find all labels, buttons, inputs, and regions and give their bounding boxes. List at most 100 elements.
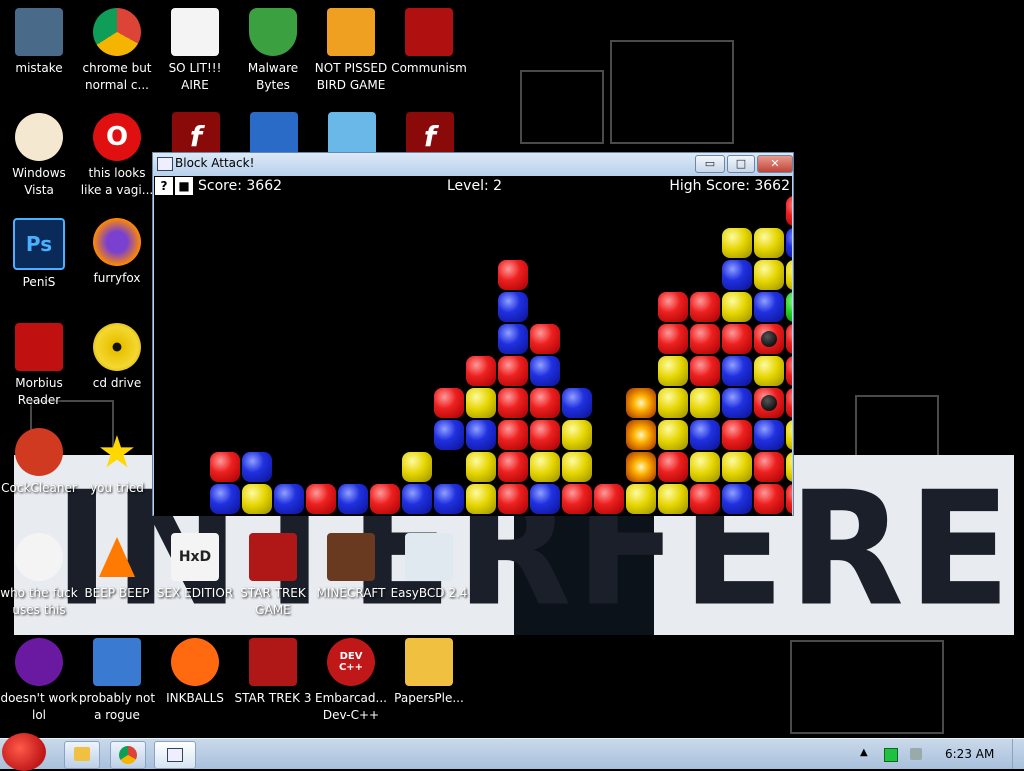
block[interactable]: [658, 356, 688, 386]
block[interactable]: [658, 324, 688, 354]
volume-icon[interactable]: [910, 748, 922, 760]
desktop-icon-4[interactable]: NOT PISSED BIRD GAME: [312, 8, 390, 94]
window-titlebar[interactable]: Block Attack! ▭ □ ✕: [153, 153, 793, 175]
block[interactable]: [530, 452, 560, 482]
block[interactable]: [498, 452, 528, 482]
clock[interactable]: 6:23 AM: [945, 747, 994, 761]
block[interactable]: [498, 356, 528, 386]
block[interactable]: [754, 388, 784, 418]
block[interactable]: [786, 260, 792, 290]
block[interactable]: [274, 484, 304, 514]
block[interactable]: [754, 356, 784, 386]
desktop-icon-1[interactable]: chrome but normal c...: [78, 8, 156, 94]
block[interactable]: [722, 356, 752, 386]
tray-expand-button[interactable]: ▲: [860, 747, 868, 758]
block[interactable]: [786, 388, 792, 418]
desktop-icon-20[interactable]: doesn't work lol: [0, 638, 78, 724]
block[interactable]: [690, 484, 720, 514]
desktop-icon-17[interactable]: STAR TREK GAME: [234, 533, 312, 619]
help-button[interactable]: ?: [155, 177, 173, 195]
desktop-icon-15[interactable]: BEEP BEEP: [78, 533, 156, 602]
block[interactable]: [530, 420, 560, 450]
desktop-icon-6[interactable]: Windows Vista: [0, 113, 78, 199]
taskbar-explorer[interactable]: [64, 741, 100, 769]
desktop-icon-3[interactable]: Malware Bytes: [234, 8, 312, 94]
block[interactable]: [242, 452, 272, 482]
block[interactable]: [434, 484, 464, 514]
block[interactable]: [466, 484, 496, 514]
block[interactable]: [530, 356, 560, 386]
block[interactable]: [658, 292, 688, 322]
block[interactable]: [754, 324, 784, 354]
block[interactable]: [722, 324, 752, 354]
block[interactable]: [786, 356, 792, 386]
block[interactable]: [754, 452, 784, 482]
block[interactable]: [690, 292, 720, 322]
desktop-icon-16[interactable]: HxD SEX EDITIOR: [156, 533, 234, 602]
start-button[interactable]: [2, 733, 46, 771]
desktop-icon-22[interactable]: INKBALLS: [156, 638, 234, 707]
block[interactable]: [690, 356, 720, 386]
block[interactable]: [498, 260, 528, 290]
block[interactable]: [690, 324, 720, 354]
block[interactable]: [498, 484, 528, 514]
desktop-icon-25[interactable]: PapersPle...: [390, 638, 468, 707]
block[interactable]: [466, 388, 496, 418]
desktop-icon-9[interactable]: furryfox: [78, 218, 156, 287]
desktop-icon-13[interactable]: ★ you tried: [78, 427, 156, 497]
block[interactable]: [690, 452, 720, 482]
block[interactable]: [722, 292, 752, 322]
block[interactable]: [210, 452, 240, 482]
desktop-icon-11[interactable]: cd drive: [78, 323, 156, 392]
block[interactable]: [498, 388, 528, 418]
block[interactable]: [754, 228, 784, 258]
block[interactable]: [626, 484, 656, 514]
block[interactable]: [722, 388, 752, 418]
desktop-icon-14[interactable]: who the fuck uses this: [0, 533, 78, 619]
block[interactable]: [786, 452, 792, 482]
block[interactable]: [658, 388, 688, 418]
desktop-icon-5[interactable]: Communism: [390, 8, 468, 77]
desktop-icon-23[interactable]: STAR TREK 3: [234, 638, 312, 707]
block[interactable]: [530, 324, 560, 354]
desktop-icon-12[interactable]: CockCleaner: [0, 428, 78, 497]
block[interactable]: [658, 452, 688, 482]
block[interactable]: [562, 388, 592, 418]
block[interactable]: [402, 484, 432, 514]
desktop-icon-19[interactable]: EasyBCD 2.4: [390, 533, 468, 602]
block[interactable]: [754, 260, 784, 290]
taskbar-block-attack[interactable]: [154, 741, 196, 769]
block[interactable]: [690, 388, 720, 418]
desktop-icon-2[interactable]: SO LIT!!! AIRE: [156, 8, 234, 94]
block[interactable]: [434, 420, 464, 450]
block[interactable]: [786, 484, 792, 514]
close-button[interactable]: ✕: [757, 155, 793, 173]
block[interactable]: [498, 324, 528, 354]
stop-button[interactable]: ■: [175, 177, 193, 195]
desktop-icon-21[interactable]: probably not a rogue: [78, 638, 156, 724]
block[interactable]: [210, 484, 240, 514]
maximize-button[interactable]: □: [727, 155, 755, 173]
desktop-icon-10[interactable]: Morbius Reader: [0, 323, 78, 409]
block[interactable]: [754, 420, 784, 450]
block[interactable]: [562, 452, 592, 482]
block[interactable]: [466, 452, 496, 482]
game-board[interactable]: ? ■ Score: 3662 Level: 2 High Score: 366…: [154, 176, 792, 516]
block[interactable]: [370, 484, 400, 514]
block[interactable]: [722, 484, 752, 514]
desktop-icon-18[interactable]: MINECRAFT: [312, 533, 390, 602]
block[interactable]: [690, 420, 720, 450]
block[interactable]: [594, 484, 624, 514]
block-clearing[interactable]: [626, 420, 656, 450]
block[interactable]: [338, 484, 368, 514]
block[interactable]: [786, 292, 792, 322]
block[interactable]: [786, 324, 792, 354]
block[interactable]: [754, 292, 784, 322]
block[interactable]: [434, 388, 464, 418]
desktop-icon-7[interactable]: Othis looks like a vagi...: [78, 113, 156, 199]
block[interactable]: [498, 420, 528, 450]
block[interactable]: [786, 420, 792, 450]
network-icon[interactable]: [884, 748, 898, 762]
block[interactable]: [722, 260, 752, 290]
block[interactable]: [466, 420, 496, 450]
